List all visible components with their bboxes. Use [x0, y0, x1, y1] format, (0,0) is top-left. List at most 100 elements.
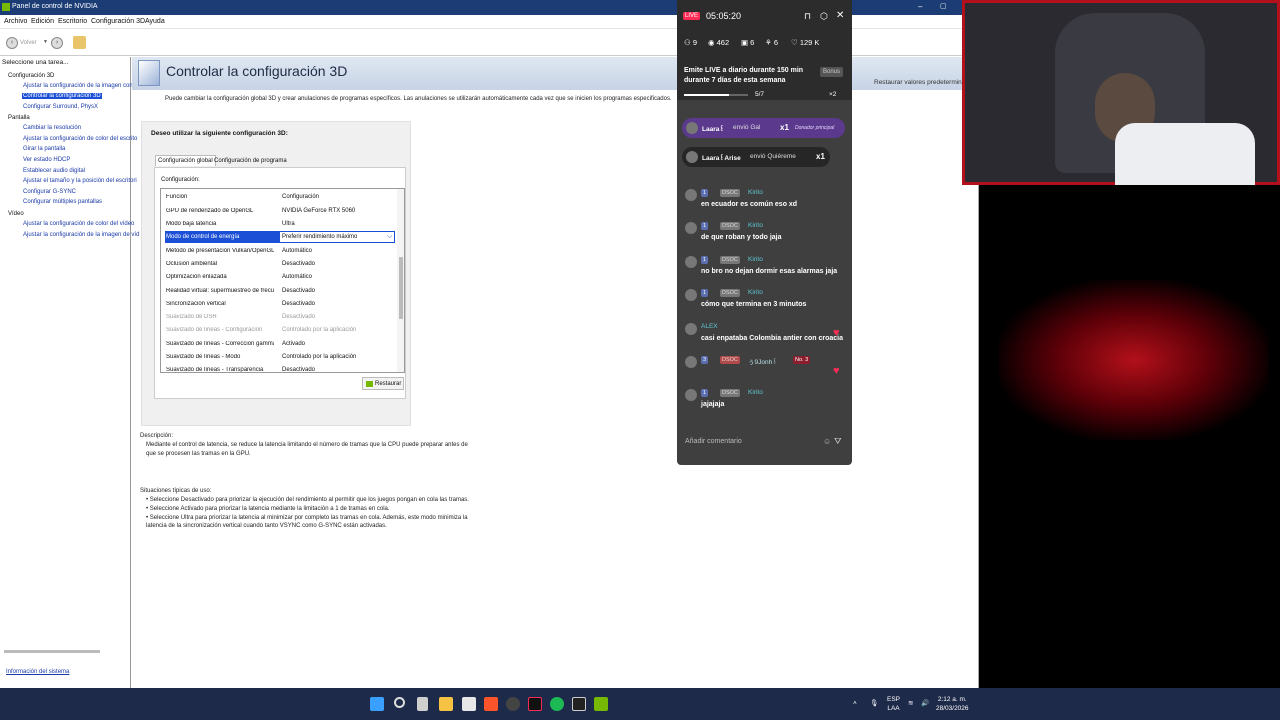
avatar[interactable] — [685, 222, 697, 234]
row-feature: Método de presentación Vulkan/OpenGL — [166, 248, 274, 254]
chat-username[interactable]: Kirito — [748, 389, 763, 396]
sidebar-item-digital-audio[interactable]: Establecer audio digital — [23, 168, 85, 174]
row-feature: Sincronización vertical — [166, 301, 226, 307]
task-view-icon[interactable] — [417, 697, 428, 711]
tab-program-settings[interactable]: Configuración de programa — [212, 156, 289, 166]
file-explorer-icon[interactable] — [439, 697, 453, 711]
minimize-icon[interactable]: – — [918, 2, 922, 11]
back-arrow-icon[interactable]: ‹ — [6, 37, 18, 49]
brave-browser-icon[interactable] — [484, 697, 498, 711]
avatar[interactable] — [685, 323, 697, 335]
fan-club-badge: DSOC — [720, 256, 740, 264]
sidebar-item-image-settings[interactable]: Ajustar la configuración de la imagen co… — [23, 83, 137, 89]
notepad-icon[interactable] — [462, 697, 476, 711]
table-row[interactable]: Suavizado de líneas - Corrección gamma A… — [161, 338, 394, 351]
menu-archivo[interactable]: Archivo — [4, 18, 27, 25]
sidebar-item-multiple-displays[interactable]: Configurar múltiples pantallas — [23, 199, 102, 205]
sidebar-horizontal-scrollbar[interactable] — [4, 650, 100, 653]
clock[interactable]: 2:12 a. m. 28/03/2026 — [936, 695, 969, 713]
wifi-icon[interactable]: ≋ — [908, 699, 913, 708]
system-info-link[interactable]: Información del sistema — [6, 669, 69, 675]
menu-escritorio[interactable]: Escritorio — [58, 18, 87, 25]
settings-icon[interactable]: ⬡ — [820, 11, 828, 22]
nvidia-taskbar-icon[interactable] — [594, 697, 608, 711]
lock-icon[interactable]: ⊓ — [804, 11, 811, 22]
sidebar-item-desktop-color[interactable]: Ajustar la configuración de color del es… — [23, 136, 137, 142]
avatar[interactable] — [685, 189, 697, 201]
home-icon[interactable] — [73, 36, 86, 49]
chat-username[interactable]: ぅ9Jonh꒰ — [748, 356, 777, 366]
chat-username[interactable]: ALEX — [701, 323, 718, 330]
emoji-icon[interactable]: ☺ — [823, 437, 831, 446]
table-row[interactable]: Modo baja latencia Ultra — [161, 218, 394, 231]
sidebar-item-resolution[interactable]: Cambiar la resolución — [23, 125, 81, 131]
avatar[interactable] — [685, 356, 697, 368]
sidebar-item-surround-physx[interactable]: Configurar Surround, PhysX — [23, 104, 98, 110]
sidebar-item-manage-3d[interactable]: Controlar la configuración 3D — [22, 93, 102, 99]
chat-username[interactable]: Kirito — [748, 222, 763, 229]
sidebar-cat-3d[interactable]: Configuración 3D — [8, 73, 54, 79]
avatar[interactable] — [685, 389, 697, 401]
table-row[interactable]: Suavizado de líneas - Configuración Cont… — [161, 324, 394, 337]
start-icon[interactable] — [370, 697, 384, 711]
sidebar-item-desktop-size[interactable]: Ajustar el tamaño y la posición del escr… — [23, 178, 137, 184]
menu-edicion[interactable]: Edición — [31, 18, 54, 25]
tab-global-settings[interactable]: Configuración global — [155, 155, 216, 166]
close-icon[interactable]: ✕ — [836, 10, 844, 21]
tiktok-live-studio-icon[interactable] — [572, 697, 586, 711]
table-row[interactable]: Método de presentación Vulkan/OpenGL Aut… — [161, 245, 394, 258]
scrollbar-thumb[interactable] — [399, 257, 403, 319]
table-row[interactable]: Optimización enlazada Automático — [161, 271, 394, 284]
sidebar-cat-video[interactable]: Vídeo — [8, 211, 24, 217]
fan-club-badge: DSOC — [720, 356, 740, 364]
table-row[interactable]: Realidad virtual: supermuestreo de frecu… — [161, 285, 394, 298]
comment-input[interactable]: Añadir comentario ☺ — [682, 432, 832, 452]
sidebar-item-rotate[interactable]: Girar la pantalla — [23, 146, 65, 152]
table-row[interactable]: Sincronización vertical Desactivado — [161, 298, 394, 311]
table-row[interactable]: Oclusión ambiental Desactivado — [161, 258, 394, 271]
avatar — [686, 151, 698, 163]
chevron-down-icon[interactable]: ⌵ — [387, 233, 392, 241]
gift-action: envió Gal — [733, 124, 761, 131]
chat-username[interactable]: Kirito — [748, 289, 763, 296]
forward-arrow-icon[interactable]: › — [51, 37, 63, 49]
table-row[interactable]: GPU de renderizado de OpenGL NVIDIA GeFo… — [161, 205, 394, 218]
filter-icon[interactable]: ⛛ — [834, 436, 842, 447]
bonus-button[interactable]: Bonus — [820, 67, 844, 77]
sidebar-item-video-image[interactable]: Ajustar la configuración de la imagen de… — [23, 232, 139, 238]
chat-username[interactable]: Kirito — [748, 256, 763, 263]
language-indicator[interactable]: ESP LAA — [887, 695, 900, 713]
volume-icon[interactable]: 🔊 — [921, 699, 929, 708]
back-dropdown-icon[interactable]: ▼ — [43, 39, 48, 45]
chevron-up-icon[interactable]: ˄ — [853, 699, 857, 708]
tiktok-icon[interactable] — [528, 697, 542, 711]
table-row[interactable]: Suavizado de DSR Desactivado — [161, 311, 394, 324]
maximize-icon[interactable]: ▢ — [940, 2, 947, 10]
sidebar-item-gsync[interactable]: Configurar G-SYNC — [23, 189, 76, 195]
goal-progress-fill — [684, 94, 730, 96]
fan-club-badge: DSOC — [720, 222, 740, 230]
fan-club-badge: DSOC — [720, 389, 740, 397]
table-scrollbar[interactable] — [397, 189, 404, 372]
sidebar-item-video-color[interactable]: Ajustar la configuración de color del ví… — [23, 221, 134, 227]
window-title: Panel de control de NVIDIA — [12, 3, 98, 10]
obs-icon[interactable] — [506, 697, 520, 711]
search-icon[interactable] — [394, 697, 405, 708]
sidebar-cat-display[interactable]: Pantalla — [8, 115, 30, 121]
menu-configuracion-3d[interactable]: Configuración 3D — [91, 18, 145, 25]
chat-username[interactable]: Kirito — [748, 189, 763, 196]
table-row-selected[interactable]: Modo de control de energía Preferir rend… — [161, 231, 395, 244]
restore-defaults-link[interactable]: Restaurar valores predeterminad — [874, 79, 969, 86]
back-label[interactable]: Volver — [20, 40, 37, 46]
table-row[interactable]: Suavizado de líneas - Modo Controlado po… — [161, 351, 394, 364]
spotify-icon[interactable] — [550, 697, 564, 711]
avatar[interactable] — [685, 256, 697, 268]
table-row[interactable]: Suavizado de líneas - Transparencia Desa… — [161, 364, 394, 372]
likes-count: 129 K — [799, 38, 820, 47]
avatar[interactable] — [685, 289, 697, 301]
microphone-icon[interactable]: 🎙 — [870, 699, 878, 708]
sidebar-item-hdcp[interactable]: Ver estado HDCP — [23, 157, 70, 163]
menu-ayuda[interactable]: Ayuda — [145, 18, 165, 25]
restore-button[interactable]: Restaurar — [362, 377, 404, 390]
3d-settings-icon — [138, 60, 160, 86]
